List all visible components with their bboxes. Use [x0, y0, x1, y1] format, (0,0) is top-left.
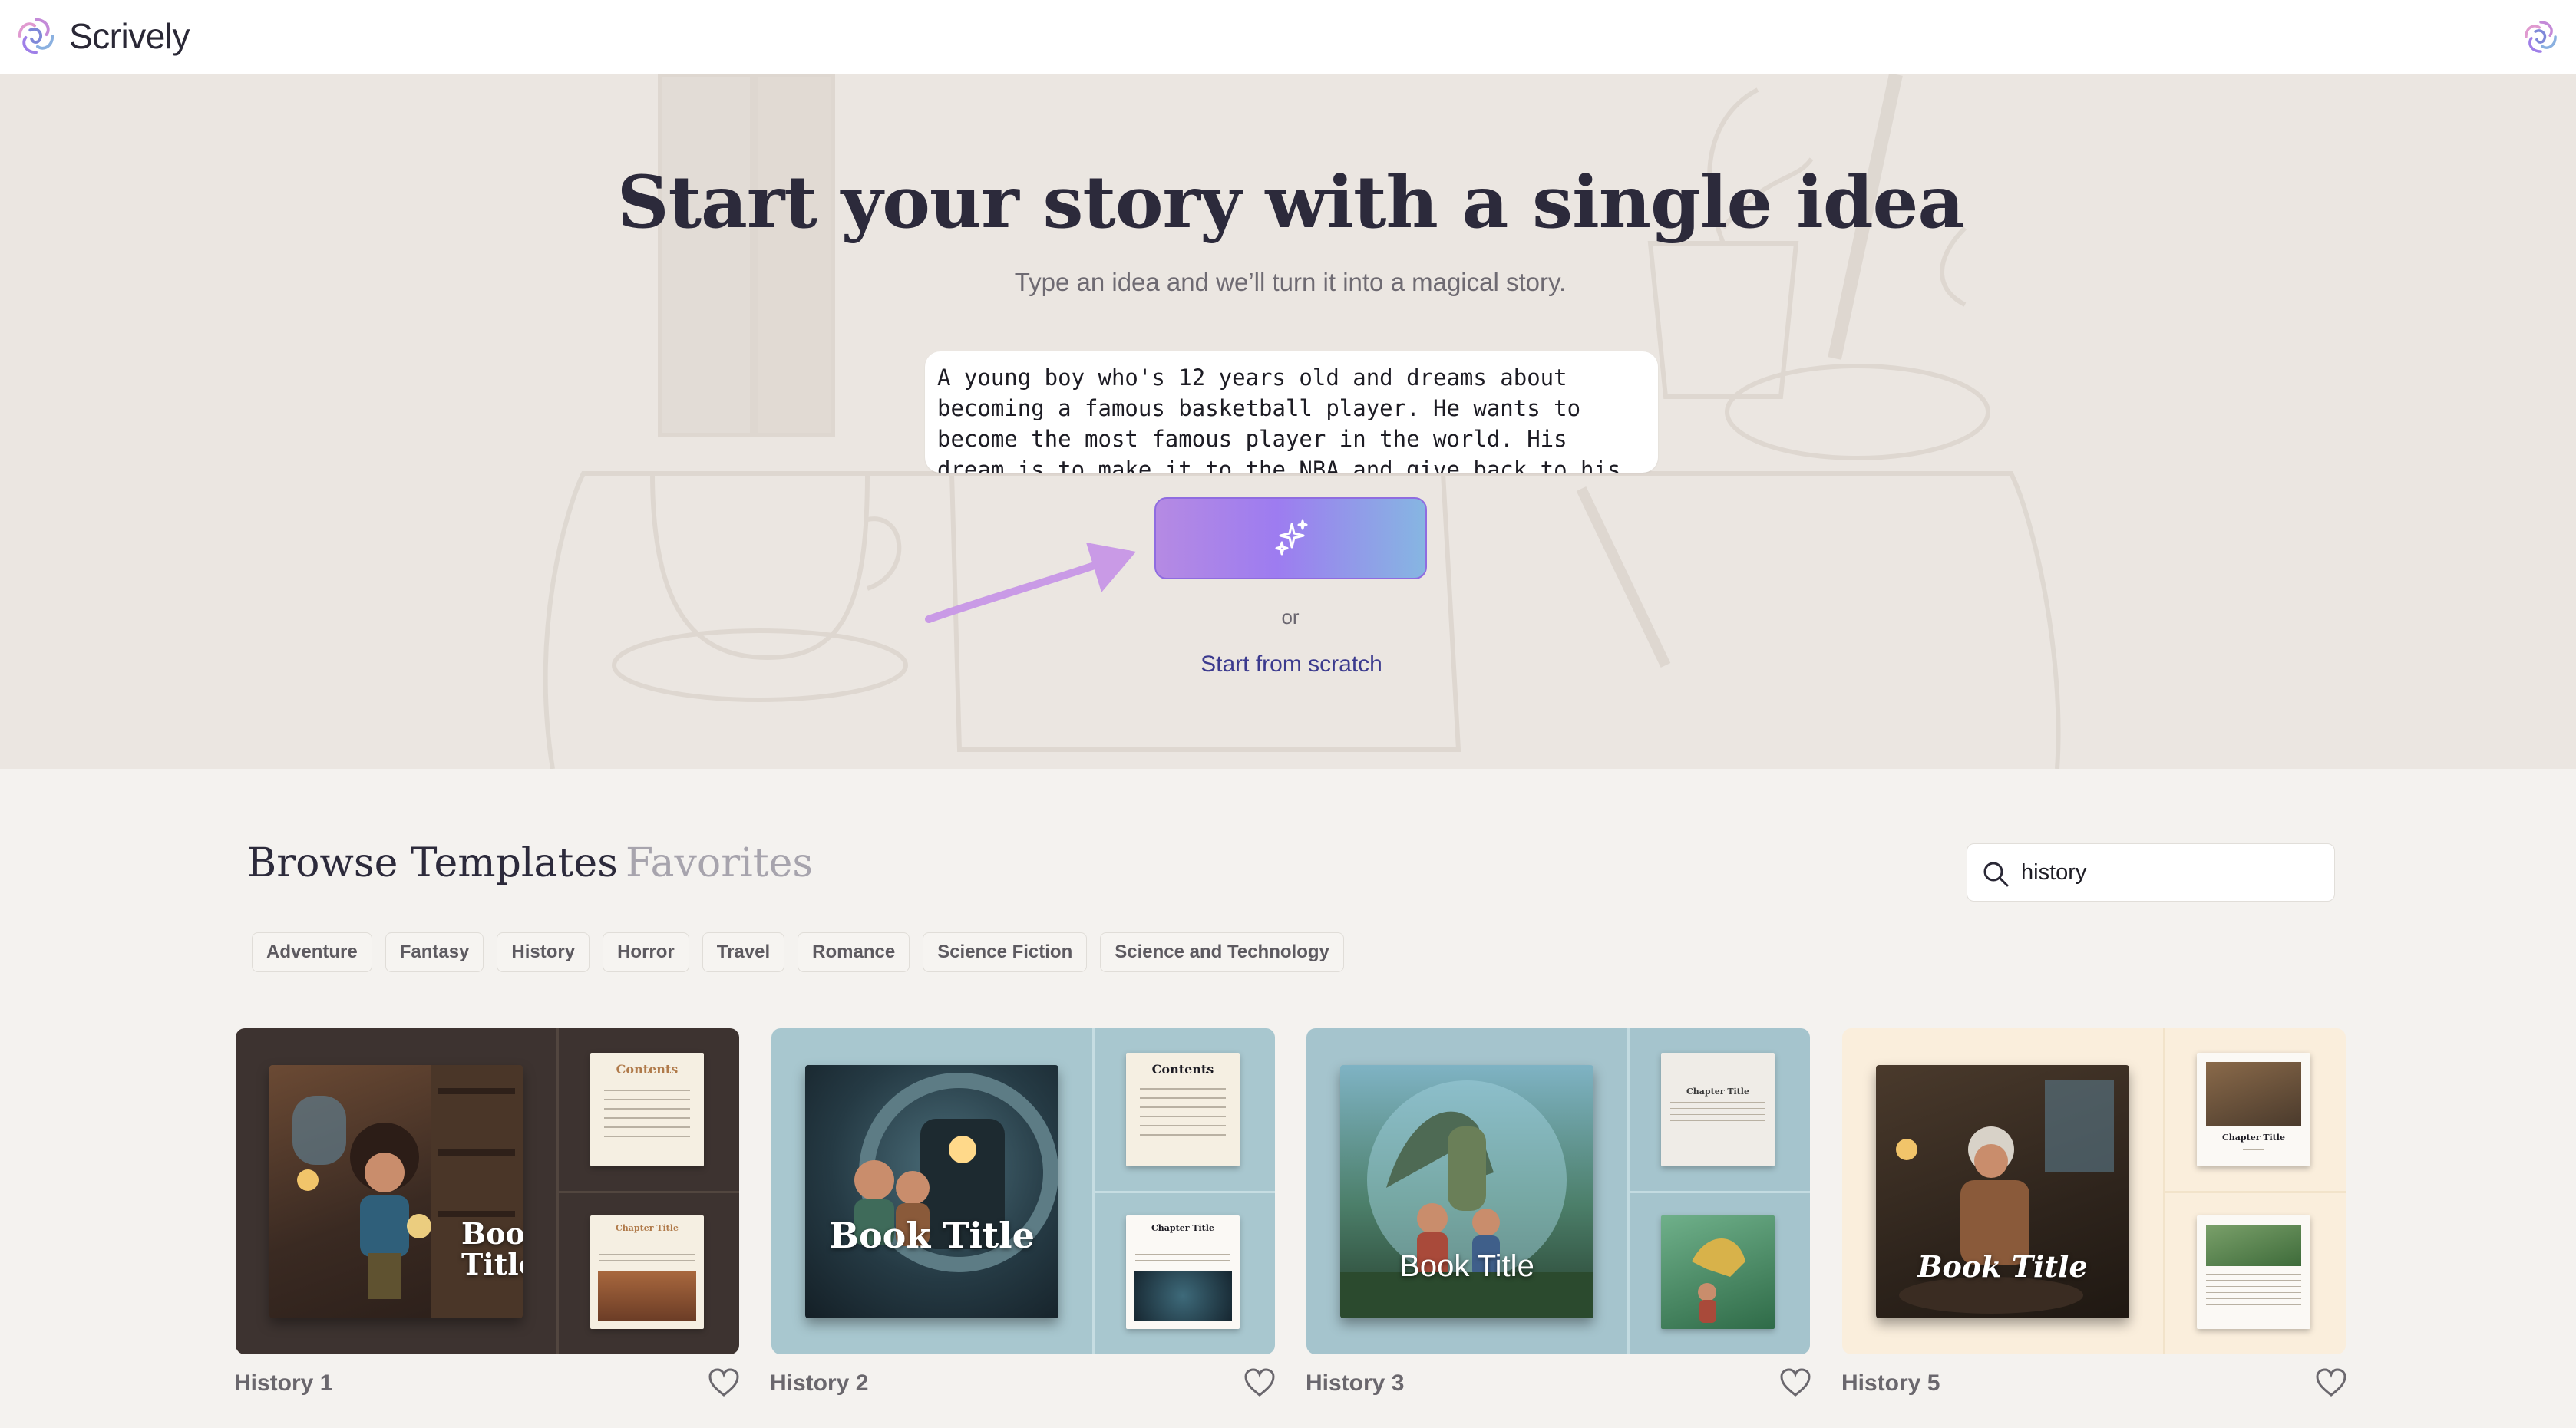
book-cover: Book Title — [805, 1065, 1058, 1318]
cover-title: Book Title — [461, 1216, 523, 1281]
top-bar: Scrively — [0, 0, 2576, 74]
category-chip-adventure[interactable]: Adventure — [252, 932, 372, 972]
page-illustration — [2206, 1225, 2301, 1266]
heart-icon[interactable] — [1243, 1367, 1276, 1398]
chapter-page-preview: Chapter Title — [2197, 1053, 2310, 1166]
category-chip-romance[interactable]: Romance — [798, 932, 910, 972]
chapter-heading: Chapter Title — [2222, 1133, 2285, 1143]
cover-title: Book Title — [1917, 1249, 2088, 1284]
template-name: History 1 — [234, 1370, 333, 1396]
chapter-heading: Chapter Title — [1151, 1223, 1214, 1233]
illustration-page-preview — [1661, 1215, 1775, 1329]
template-card-history-3[interactable]: Book Title Chapter Title — [1306, 1028, 1810, 1354]
book-cover: Book Title — [1876, 1065, 2129, 1318]
cover-title: Book Title — [1399, 1249, 1534, 1283]
template-name: History 5 — [1841, 1370, 1940, 1396]
chapter-illustration — [598, 1271, 696, 1321]
or-divider-text: or — [1281, 605, 1300, 628]
category-chip-science-fiction[interactable]: Science Fiction — [923, 932, 1088, 972]
card-divider — [2165, 1191, 2346, 1193]
tab-favorites[interactable]: Favorites — [626, 840, 813, 886]
chapter-page-preview: Chapter Title — [1661, 1053, 1775, 1166]
heart-icon[interactable] — [2315, 1367, 2347, 1398]
chapter-page-preview: Chapter Title — [590, 1215, 704, 1329]
search-icon — [1983, 862, 2009, 887]
template-name: History 2 — [770, 1370, 869, 1396]
generate-story-button[interactable] — [1154, 497, 1427, 579]
category-filters: Adventure Fantasy History Horror Travel … — [252, 932, 1344, 972]
hero-title: Start your story with a single idea — [616, 160, 1965, 245]
chapter-page-preview: Chapter Title — [1126, 1215, 1240, 1329]
heart-icon[interactable] — [1779, 1367, 1811, 1398]
template-card-history-5[interactable]: Book Title Chapter Title — [1842, 1028, 2346, 1354]
chapter-illustration — [1134, 1271, 1232, 1321]
category-chip-fantasy[interactable]: Fantasy — [385, 932, 484, 972]
chapter-heading: Chapter Title — [616, 1223, 679, 1233]
contents-page-preview: Contents — [590, 1053, 704, 1166]
start-from-scratch-link[interactable]: Start from scratch — [1182, 651, 1401, 678]
category-chip-science-and-technology[interactable]: Science and Technology — [1100, 932, 1344, 972]
hero-subtitle: Type an idea and we’ll turn it into a ma… — [1014, 268, 1567, 296]
category-chip-history[interactable]: History — [497, 932, 590, 972]
chapter-heading: Chapter Title — [1686, 1087, 1749, 1097]
sparkles-icon — [1275, 519, 1307, 555]
chapter-illustration — [2206, 1062, 2301, 1126]
contents-heading: Contents — [1151, 1062, 1214, 1077]
scrively-logo-icon[interactable] — [2521, 17, 2561, 57]
contents-heading: Contents — [616, 1062, 679, 1077]
cover-illustration — [854, 1073, 1058, 1272]
story-idea-input[interactable]: A young boy who's 12 years old and dream… — [925, 351, 1658, 473]
page-illustration — [1692, 1238, 1745, 1323]
tab-browse-templates[interactable]: Browse Templates — [247, 840, 618, 886]
card-divider — [559, 1191, 739, 1193]
card-divider — [1095, 1191, 1275, 1193]
search-input[interactable] — [2021, 853, 2320, 892]
template-card-history-2[interactable]: Book Title Contents Chapter Title — [771, 1028, 1275, 1354]
template-search — [1967, 843, 2335, 902]
book-cover: Book Title — [269, 1065, 523, 1318]
card-divider — [1630, 1191, 1810, 1193]
template-name: History 3 — [1306, 1370, 1405, 1396]
text-page-preview — [2197, 1215, 2310, 1329]
category-chip-horror[interactable]: Horror — [603, 932, 689, 972]
hero-section: Start your story with a single idea Type… — [0, 74, 2576, 769]
template-card-history-1[interactable]: Book Title Contents Chapter Title — [236, 1028, 739, 1354]
contents-page-preview: Contents — [1126, 1053, 1240, 1166]
book-cover: Book Title — [1340, 1065, 1593, 1318]
category-chip-travel[interactable]: Travel — [702, 932, 785, 972]
cover-title: Book Title — [829, 1215, 1035, 1256]
scrively-logo-icon — [18, 18, 54, 54]
app-name: Scrively — [69, 16, 190, 56]
app-logo[interactable]: Scrively — [14, 14, 190, 58]
heart-icon[interactable] — [708, 1367, 740, 1398]
